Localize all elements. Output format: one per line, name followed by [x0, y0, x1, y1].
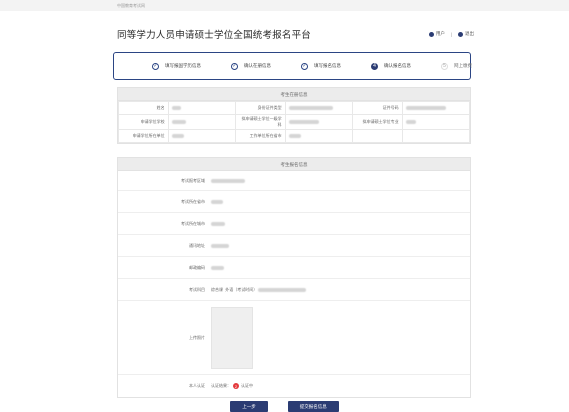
field-photo: 上传照片 — [118, 301, 470, 375]
major-label: 拟申请硕士学位专业 — [351, 114, 403, 130]
unit-label: 申请学位所在单位 — [118, 129, 169, 143]
field-label: 考试所在省市 — [181, 198, 205, 204]
field-exam-province: 考试所在省市 — [118, 191, 470, 213]
registration-info-title: 考生在册信息 — [118, 88, 470, 101]
field-label: 考试报考区域 — [181, 177, 205, 183]
field-postcode: 邮政编码 — [118, 257, 470, 279]
field-label: 邮政编码 — [189, 264, 205, 270]
step-5: 5 网上缴费 — [441, 62, 472, 70]
field-subjects: 考试科目 综合课 外语（考试时间） — [118, 279, 470, 301]
user-area: 用户 | 退出 — [428, 31, 474, 37]
page-title: 同等学力人员申请硕士学位全国统考报名平台 — [117, 30, 312, 41]
step-label: 填写报名信息 — [314, 63, 341, 68]
table-row: 申请学位学校 拟申请硕士学位一级学科 拟申请硕士学位专业 — [118, 114, 471, 130]
field-value — [211, 178, 470, 183]
unit-value — [167, 129, 236, 143]
field-exam-city: 考试所在城市 — [118, 213, 470, 235]
field-value — [211, 265, 470, 270]
registration-info-table: 姓名 身份证件类型 证件号码 申请学位学校 拟申请硕士学位一级学科 拟申请硕士学… — [118, 101, 471, 143]
field-label: 考试科目 — [189, 286, 205, 292]
step-number-icon: 5 — [441, 62, 448, 70]
id-type-label: 身份证件类型 — [234, 101, 286, 115]
user-link[interactable]: 用户 — [436, 31, 445, 37]
auth-status: 认证中 — [241, 383, 253, 388]
empty-cell — [401, 129, 471, 143]
table-row: 申请学位所在单位 工作单位所在省市 — [118, 129, 471, 143]
field-value: 认证结果： 2 认证中 — [211, 383, 470, 389]
check-icon: ✓ — [231, 62, 238, 70]
step-label: 确认在册信息 — [244, 63, 271, 68]
id-number-label: 证件号码 — [351, 101, 403, 115]
step-2: ✓ 确认在册信息 — [231, 62, 271, 70]
application-info-panel: 考生报名信息 考试报考区域 考试所在省市 考试所在城市 通讯地址 邮政编码 考试… — [117, 157, 471, 398]
name-value — [167, 101, 236, 115]
application-info-title: 考生报名信息 — [118, 158, 470, 171]
field-value — [211, 221, 470, 226]
action-buttons: 上一步 提交报名信息 — [0, 401, 569, 412]
user-icon — [428, 31, 434, 37]
auth-label: 认证结果： — [211, 383, 231, 388]
field-label: 通讯地址 — [189, 242, 205, 248]
field-auth: 本人认证 认证结果： 2 认证中 — [118, 375, 470, 397]
registration-info-panel: 考生在册信息 姓名 身份证件类型 证件号码 申请学位学校 拟申请硕士学位一级学科… — [117, 87, 471, 144]
page-header: 同等学力人员申请硕士学位全国统考报名平台 用户 | 退出 — [117, 24, 474, 44]
step-label: 确认报名信息 — [384, 63, 411, 68]
name-label: 姓名 — [118, 101, 169, 115]
field-label: 考试所在城市 — [181, 220, 205, 226]
subject-general: 综合课 — [211, 286, 223, 292]
id-type-value — [284, 101, 353, 115]
check-icon: ✓ — [152, 62, 159, 70]
step-label: 填写报国学历信息 — [165, 63, 201, 68]
school-label: 申请学位学校 — [118, 114, 169, 130]
field-value — [211, 306, 470, 369]
table-row: 姓名 身份证件类型 证件号码 — [118, 101, 471, 115]
field-value — [211, 243, 470, 248]
site-topbar: 中国教育考试网 — [0, 0, 569, 11]
field-label: 本人认证 — [189, 383, 205, 388]
logout-link[interactable]: 退出 — [465, 31, 474, 37]
step-label: 网上缴费 — [454, 63, 472, 68]
header-divider: | — [450, 31, 452, 37]
work-city-value — [284, 129, 353, 143]
step-4: 4 确认报名信息 — [371, 62, 411, 70]
prev-button[interactable]: 上一步 — [230, 401, 268, 412]
auth-status-icon: 2 — [233, 383, 239, 389]
field-value: 综合课 外语（考试时间） — [211, 287, 470, 293]
field-label: 上传照片 — [189, 334, 205, 340]
work-city-label: 工作单位所在省市 — [234, 129, 286, 143]
empty-cell — [351, 129, 403, 143]
subject-language: 外语（考试时间） — [225, 286, 258, 292]
submit-button[interactable]: 提交报名信息 — [287, 401, 339, 412]
check-icon: ✓ — [301, 62, 308, 70]
field-value — [211, 199, 470, 204]
discipline-label: 拟申请硕士学位一级学科 — [234, 114, 286, 130]
logout-icon — [458, 31, 463, 37]
field-exam-area: 考试报考区域 — [118, 171, 470, 191]
field-address: 通讯地址 — [118, 235, 470, 257]
progress-steps: ✓ 填写报国学历信息 ✓ 确认在册信息 ✓ 填写报名信息 4 确认报名信息 5 网上缴费 — [113, 52, 472, 80]
photo-preview[interactable] — [211, 306, 253, 369]
school-value — [167, 114, 236, 130]
step-1: ✓ 填写报国学历信息 — [152, 62, 201, 70]
step-number-icon: 4 — [371, 62, 378, 70]
major-value — [401, 114, 471, 130]
discipline-value — [284, 114, 353, 130]
id-number-value — [401, 101, 471, 115]
step-3: ✓ 填写报名信息 — [301, 62, 341, 70]
site-name: 中国教育考试网 — [117, 3, 145, 8]
